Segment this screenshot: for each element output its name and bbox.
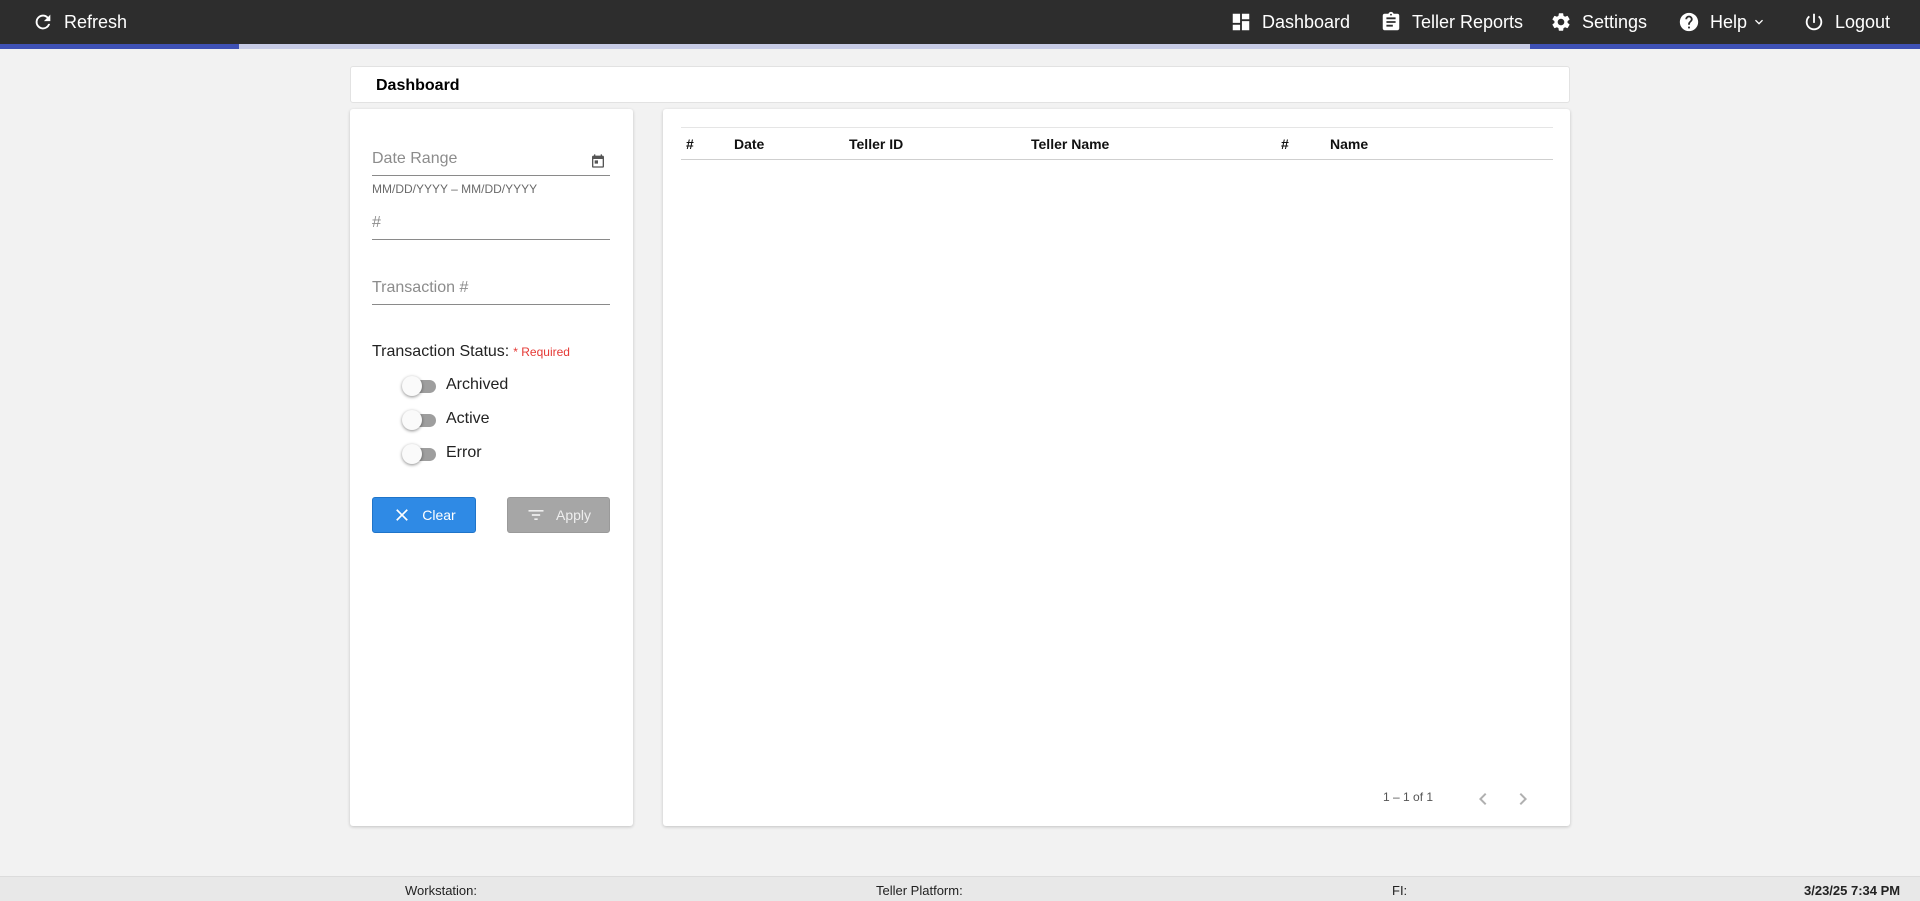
dashboard-icon <box>1232 13 1250 31</box>
apply-label: Apply <box>555 507 592 523</box>
nav-teller-reports[interactable]: Teller Reports <box>1380 0 1523 44</box>
progress-bar-track <box>239 44 1530 49</box>
column-header-number-2[interactable]: # <box>1281 136 1289 152</box>
number-field[interactable]: # <box>372 210 610 240</box>
transaction-number-field[interactable]: Transaction # <box>372 275 610 305</box>
calendar-icon[interactable] <box>590 153 606 169</box>
toggle-error[interactable]: Error <box>402 441 482 465</box>
required-indicator: * Required <box>513 345 570 359</box>
nav-settings[interactable]: Settings <box>1550 0 1647 44</box>
filter-icon <box>528 510 544 520</box>
results-table-panel: # Date Teller ID Teller Name # Name 1 – … <box>663 109 1570 826</box>
chevron-down-icon <box>1755 19 1764 25</box>
nav-help-label: Help <box>1710 11 1748 32</box>
column-header-number[interactable]: # <box>686 136 694 152</box>
toggle-archived[interactable]: Archived <box>402 373 508 397</box>
date-range-field[interactable]: Date Range <box>372 146 610 176</box>
column-header-name[interactable]: Name <box>1330 136 1368 152</box>
date-range-placeholder: Date Range <box>372 150 458 167</box>
column-header-teller-name[interactable]: Teller Name <box>1031 136 1109 152</box>
refresh-button[interactable]: Refresh <box>32 0 127 44</box>
clear-label: Clear <box>422 507 456 523</box>
active-switch[interactable] <box>402 407 436 431</box>
nav-dashboard[interactable]: Dashboard <box>1230 0 1350 44</box>
close-icon <box>396 509 409 521</box>
clipboard-icon <box>1382 11 1400 31</box>
page-title: Dashboard <box>376 77 460 94</box>
progress-bar-left <box>0 44 239 49</box>
transaction-number-placeholder: Transaction # <box>372 279 469 296</box>
status-footer: Workstation: Teller Platform: FI: 3/23/2… <box>0 876 1920 901</box>
workstation-label: Workstation: <box>405 883 478 898</box>
gear-icon <box>1552 13 1570 31</box>
datetime-display: 3/23/25 7:34 PM <box>1804 883 1901 898</box>
help-icon <box>1679 12 1699 32</box>
archived-label: Archived <box>446 376 509 393</box>
filter-panel: Date Range MM/DD/YYYY – MM/DD/YYYY # Tra… <box>350 109 633 826</box>
refresh-label: Refresh <box>64 11 128 32</box>
previous-page-button[interactable] <box>1471 787 1495 811</box>
nav-help[interactable]: Help <box>1678 0 1767 44</box>
error-label: Error <box>446 444 482 461</box>
top-app-bar: Refresh Dashboard Teller Reports Setting… <box>0 0 1920 49</box>
active-label: Active <box>446 410 490 427</box>
nav-dashboard-label: Dashboard <box>1262 11 1351 32</box>
transaction-status-label: Transaction Status: * Required <box>372 343 570 361</box>
number-placeholder: # <box>372 214 381 231</box>
date-range-hint: MM/DD/YYYY – MM/DD/YYYY <box>372 182 538 196</box>
fi-label: FI: <box>1392 883 1408 898</box>
archived-switch[interactable] <box>402 373 436 397</box>
logout-label: Logout <box>1835 11 1891 32</box>
nav-teller-reports-label: Teller Reports <box>1412 11 1524 32</box>
table-header: # Date Teller ID Teller Name # Name <box>681 127 1553 160</box>
clear-button[interactable]: Clear <box>372 497 476 533</box>
paginator-range: 1 – 1 of 1 <box>1383 790 1434 804</box>
next-page-button[interactable] <box>1511 787 1535 811</box>
logout-button[interactable]: Logout <box>1803 0 1890 44</box>
refresh-icon <box>35 14 51 30</box>
column-header-teller-id[interactable]: Teller ID <box>849 136 903 152</box>
column-header-date[interactable]: Date <box>734 136 764 152</box>
progress-bar-right <box>1530 44 1920 49</box>
error-switch[interactable] <box>402 441 436 465</box>
power-icon <box>1805 13 1823 31</box>
nav-settings-label: Settings <box>1582 11 1648 32</box>
page-title-card: Dashboard <box>350 66 1570 103</box>
teller-platform-label: Teller Platform: <box>876 883 963 898</box>
toggle-active[interactable]: Active <box>402 407 490 431</box>
transaction-status-text: Transaction Status: <box>372 343 510 360</box>
chevron-left-icon <box>1479 793 1487 805</box>
chevron-right-icon <box>1519 793 1527 805</box>
apply-button[interactable]: Apply <box>507 497 610 533</box>
